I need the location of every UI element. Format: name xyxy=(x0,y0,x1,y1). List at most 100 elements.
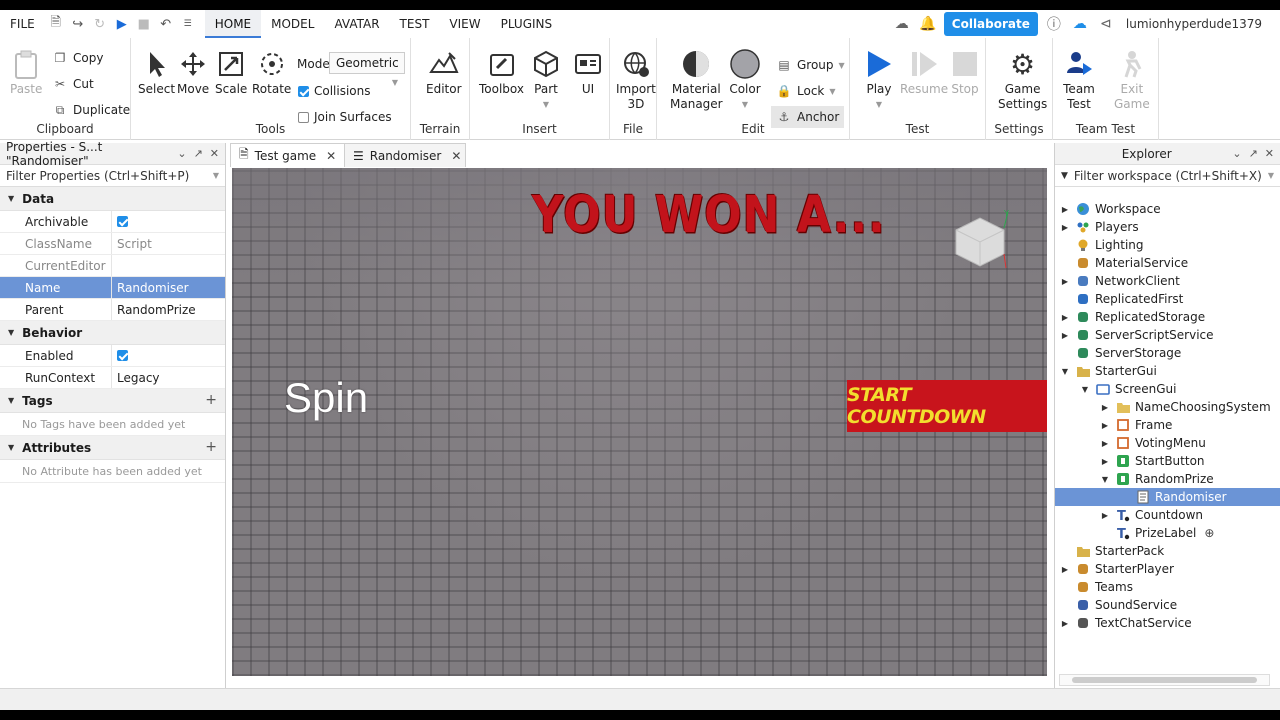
property-row-archivable[interactable]: Archivable xyxy=(0,211,225,233)
enabled-checkbox[interactable] xyxy=(117,350,128,361)
collapsed-arrow-icon[interactable]: ▶ xyxy=(1099,511,1111,520)
horizontal-scrollbar[interactable] xyxy=(1059,674,1270,686)
collapsed-arrow-icon[interactable]: ▶ xyxy=(1059,223,1071,232)
tab-plugins[interactable]: PLUGINS xyxy=(491,10,563,38)
play-button[interactable]: Play ▼ xyxy=(863,48,895,112)
collaborate-button[interactable]: Collaborate xyxy=(943,12,1038,36)
property-value[interactable]: Randomiser xyxy=(112,277,225,298)
explorer-item-prize-label[interactable]: T PrizeLabel ⊕ xyxy=(1055,524,1280,542)
scrollbar-thumb[interactable] xyxy=(1072,677,1257,683)
property-row-currenteditor[interactable]: CurrentEditor xyxy=(0,255,225,277)
rotate-button[interactable]: Rotate xyxy=(252,48,291,97)
tab-model[interactable]: MODEL xyxy=(261,10,324,38)
import-3d-button[interactable]: Import 3D xyxy=(616,48,656,112)
terrain-editor-button[interactable]: Editor xyxy=(426,48,462,97)
exit-game-button[interactable]: Exit Game xyxy=(1114,48,1150,112)
collisions-checkbox[interactable] xyxy=(298,85,309,97)
close-icon[interactable]: ✕ xyxy=(326,149,336,163)
add-object-icon[interactable]: ⊕ xyxy=(1204,526,1214,540)
explorer-item-starter-player[interactable]: ▶ StarterPlayer xyxy=(1055,560,1280,578)
scale-button[interactable]: Scale xyxy=(215,48,247,97)
explorer-item-random-prize[interactable]: ▼ RandomPrize xyxy=(1055,470,1280,488)
undock-icon[interactable]: ↗ xyxy=(194,147,203,160)
color-button[interactable]: Color ▼ xyxy=(729,48,761,112)
section-data[interactable]: ▼ Data xyxy=(0,187,225,211)
filter-properties-input[interactable]: Filter Properties (Ctrl+Shift+P) ▼ xyxy=(0,165,225,187)
explorer-item-start-button[interactable]: ▶ StartButton xyxy=(1055,452,1280,470)
new-file-icon[interactable]: 🗎 xyxy=(45,10,67,38)
collapsed-arrow-icon[interactable]: ▶ xyxy=(1059,331,1071,340)
property-row-name[interactable]: Name Randomiser xyxy=(0,277,225,299)
explorer-item-text-chat-service[interactable]: ▶ TextChatService xyxy=(1055,614,1280,632)
explorer-item-frame[interactable]: ▶ Frame xyxy=(1055,416,1280,434)
share-icon[interactable]: ⊲ xyxy=(1096,14,1116,34)
property-value[interactable]: Legacy xyxy=(112,367,225,388)
close-icon[interactable]: ✕ xyxy=(1265,147,1274,160)
game-settings-button[interactable]: ⚙ Game Settings xyxy=(998,48,1047,112)
duplicate-button[interactable]: ⧉ Duplicate xyxy=(52,100,130,120)
section-behavior[interactable]: ▼ Behavior xyxy=(0,321,225,345)
collisions-toggle[interactable]: Collisions xyxy=(298,81,371,101)
cloud-icon[interactable]: ☁ xyxy=(1070,14,1090,34)
tab-avatar[interactable]: AVATAR xyxy=(324,10,389,38)
collapsed-arrow-icon[interactable]: ▶ xyxy=(1099,457,1111,466)
collapsed-arrow-icon[interactable]: ▶ xyxy=(1099,403,1111,412)
view-cube[interactable]: Y xyxy=(950,208,1010,272)
explorer-item-name-choosing-system[interactable]: ▶ NameChoosingSystem xyxy=(1055,398,1280,416)
explorer-item-lighting[interactable]: Lighting xyxy=(1055,236,1280,254)
explorer-item-voting-menu[interactable]: ▶ VotingMenu xyxy=(1055,434,1280,452)
explorer-item-teams[interactable]: Teams xyxy=(1055,578,1280,596)
collapsed-arrow-icon[interactable]: ▶ xyxy=(1059,277,1071,286)
add-attribute-icon[interactable]: + xyxy=(205,439,217,455)
collapsed-arrow-icon[interactable]: ▶ xyxy=(1059,565,1071,574)
stop-button[interactable]: Stop xyxy=(949,48,981,97)
cloud-share-icon[interactable]: ☁ xyxy=(892,14,912,34)
play-icon[interactable]: ▶ xyxy=(111,10,133,38)
help-icon[interactable]: ⓘ xyxy=(1044,14,1064,34)
explorer-item-sound-service[interactable]: SoundService xyxy=(1055,596,1280,614)
explorer-item-server-script-service[interactable]: ▶ ServerScriptService xyxy=(1055,326,1280,344)
undock-icon[interactable]: ↗ xyxy=(1249,147,1258,160)
move-button[interactable]: Move xyxy=(177,48,209,97)
collapsed-arrow-icon[interactable]: ▶ xyxy=(1099,421,1111,430)
tab-test[interactable]: TEST xyxy=(390,10,440,38)
file-menu[interactable]: FILE xyxy=(0,10,45,38)
username[interactable]: lumionhyperdude1379 xyxy=(1126,17,1262,31)
quick-access-more-icon[interactable]: ☰ xyxy=(177,10,199,38)
cut-button[interactable]: ✂ Cut xyxy=(52,74,94,94)
team-test-button[interactable]: Team Test xyxy=(1063,48,1095,112)
property-row-runcontext[interactable]: RunContext Legacy xyxy=(0,367,225,389)
explorer-item-players[interactable]: ▶ Players xyxy=(1055,218,1280,236)
add-tag-icon[interactable]: + xyxy=(205,392,217,408)
expanded-arrow-icon[interactable]: ▼ xyxy=(1079,385,1091,394)
explorer-item-material-service[interactable]: MaterialService xyxy=(1055,254,1280,272)
part-button[interactable]: Part ▼ xyxy=(530,48,562,112)
toolbox-button[interactable]: Toolbox xyxy=(479,48,524,97)
open-file-icon[interactable]: ↪ xyxy=(67,10,89,38)
collapsed-arrow-icon[interactable]: ▶ xyxy=(1059,619,1071,628)
explorer-item-starter-pack[interactable]: StarterPack xyxy=(1055,542,1280,560)
property-row-parent[interactable]: Parent RandomPrize xyxy=(0,299,225,321)
close-icon[interactable]: ✕ xyxy=(451,149,461,163)
explorer-item-replicated-first[interactable]: ReplicatedFirst xyxy=(1055,290,1280,308)
property-value[interactable]: RandomPrize xyxy=(112,299,225,320)
material-manager-button[interactable]: Material Manager xyxy=(670,48,723,112)
explorer-item-countdown[interactable]: ▶ T Countdown xyxy=(1055,506,1280,524)
explorer-item-randomiser[interactable]: Randomiser xyxy=(1055,488,1280,506)
undo-icon[interactable]: ↶ xyxy=(155,10,177,38)
ui-button[interactable]: UI xyxy=(572,48,604,97)
join-surfaces-checkbox[interactable] xyxy=(298,111,309,123)
explorer-item-screen-gui[interactable]: ▼ ScreenGui xyxy=(1055,380,1280,398)
section-tags[interactable]: ▼ Tags + xyxy=(0,389,225,413)
redo-icon[interactable]: ↻ xyxy=(89,10,111,38)
archivable-checkbox[interactable] xyxy=(117,216,128,227)
group-button[interactable]: ▤ Group ▼ xyxy=(776,55,844,75)
explorer-item-replicated-storage[interactable]: ▶ ReplicatedStorage xyxy=(1055,308,1280,326)
expanded-arrow-icon[interactable]: ▼ xyxy=(1099,475,1111,484)
collapsed-arrow-icon[interactable]: ▶ xyxy=(1059,313,1071,322)
close-icon[interactable]: ✕ xyxy=(210,147,219,160)
explorer-item-server-storage[interactable]: ServerStorage xyxy=(1055,344,1280,362)
collapsed-arrow-icon[interactable]: ▶ xyxy=(1099,439,1111,448)
notification-bell-icon[interactable]: 🔔 xyxy=(918,14,938,34)
explorer-item-network-client[interactable]: ▶ NetworkClient xyxy=(1055,272,1280,290)
